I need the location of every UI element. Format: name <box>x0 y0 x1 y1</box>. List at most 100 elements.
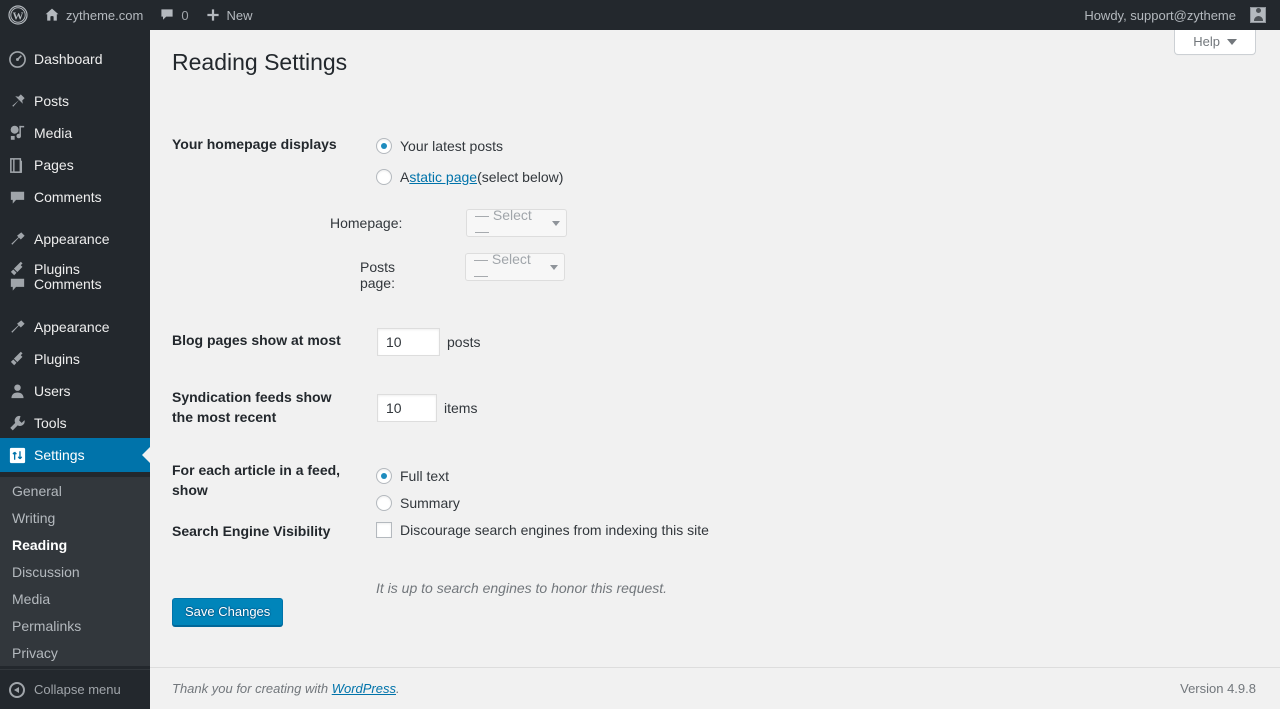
sidebar-item-label: Tools <box>34 415 67 431</box>
posts-page-select[interactable]: — Select — <box>465 251 565 283</box>
footer-thanks-prefix: Thank you for creating with <box>172 681 332 696</box>
posts-page-select-value: — Select — <box>474 251 531 283</box>
sidebar-item-posts[interactable]: Posts <box>0 84 150 118</box>
static-page-link[interactable]: static page <box>409 169 477 185</box>
appearance-icon <box>0 318 34 337</box>
sidebar-item-settings-writing[interactable]: Writing <box>0 504 150 531</box>
radio-static-page-input[interactable] <box>376 169 392 185</box>
comments-count: 0 <box>181 7 189 23</box>
sidebar-item-media[interactable]: Media <box>0 116 150 150</box>
collapse-icon <box>0 681 34 698</box>
comments-bubble-menu[interactable]: 0 <box>151 0 196 30</box>
save-changes-button[interactable]: Save Changes <box>172 598 284 626</box>
svg-text:W: W <box>13 10 24 22</box>
radio-latest-posts[interactable]: Your latest posts <box>376 138 503 154</box>
main-content: Help Reading Settings Your homepage disp… <box>150 30 1280 709</box>
plugins-icon <box>0 350 34 369</box>
comment-icon <box>0 275 34 294</box>
radio-full-text-label: Full text <box>400 468 450 484</box>
pin-icon <box>0 92 34 111</box>
submenu-label: Discussion <box>12 563 80 580</box>
new-content-menu[interactable]: New <box>197 0 261 30</box>
syndication-value: 10 <box>386 400 402 416</box>
plus-icon <box>205 7 221 23</box>
admin-bar: W zytheme.com 0 New Howdy, support@zythe… <box>0 0 1280 30</box>
sidebar-item-settings-media[interactable]: Media <box>0 585 150 612</box>
sidebar-item-settings[interactable]: Settings <box>0 438 150 472</box>
sidebar-item-appearance[interactable]: Appearance <box>0 222 150 256</box>
admin-sidebar: Dashboard Posts Media Pages Comments App… <box>0 30 150 709</box>
sidebar-item-label: Appearance <box>34 319 110 335</box>
comment-icon <box>0 188 34 207</box>
homepage-displays-label: Your homepage displays <box>172 136 337 152</box>
checkbox-discourage-search-input[interactable] <box>376 522 392 538</box>
sidebar-item-dashboard[interactable]: Dashboard <box>0 42 150 76</box>
blog-pages-label: Blog pages show at most <box>172 332 341 348</box>
radio-latest-posts-label: Your latest posts <box>400 138 503 154</box>
blog-pages-input[interactable]: 10 <box>377 328 440 356</box>
submenu-label: General <box>12 482 62 499</box>
collapse-menu-button[interactable]: Collapse menu <box>0 669 150 709</box>
sidebar-item-settings-reading[interactable]: Reading <box>0 531 150 558</box>
help-tab-button[interactable]: Help <box>1174 30 1256 55</box>
homepage-select-value: — Select — <box>475 207 532 239</box>
syndication-unit: items <box>444 400 478 416</box>
radio-summary-label: Summary <box>400 495 460 511</box>
howdy-label: Howdy, support@zytheme <box>1084 7 1236 23</box>
homepage-select[interactable]: — Select — <box>466 207 567 239</box>
radio-summary-input[interactable] <box>376 495 392 511</box>
sidebar-item-label: Plugins <box>34 351 80 367</box>
sidebar-item-users[interactable]: Users <box>0 374 150 408</box>
comment-bubble-icon <box>159 7 175 23</box>
wordpress-link[interactable]: WordPress <box>332 681 396 696</box>
sidebar-item-settings-general[interactable]: General <box>0 477 150 504</box>
syndication-input[interactable]: 10 <box>377 394 437 422</box>
sidebar-item-settings-permalinks[interactable]: Permalinks <box>0 612 150 639</box>
sidebar-item-settings-discussion[interactable]: Discussion <box>0 558 150 585</box>
sidebar-item-appearance-2[interactable]: Appearance <box>0 310 150 344</box>
wordpress-logo-icon: W <box>8 5 28 25</box>
avatar <box>1250 7 1266 23</box>
checkbox-discourage-search[interactable]: Discourage search engines from indexing … <box>376 522 709 538</box>
checkbox-discourage-search-label: Discourage search engines from indexing … <box>400 522 709 538</box>
homepage-select-label: Homepage: <box>330 215 403 231</box>
radio-full-text[interactable]: Full text <box>376 468 449 484</box>
feed-show-label: For each article in a feed, show <box>172 462 341 498</box>
media-icon <box>0 124 34 143</box>
new-label: New <box>226 7 253 23</box>
wordpress-logo-menu[interactable]: W <box>0 0 36 30</box>
radio-full-text-input[interactable] <box>376 468 392 484</box>
page-title: Reading Settings <box>172 49 348 75</box>
submenu-label: Permalinks <box>12 617 82 634</box>
syndication-label: Syndication feeds show the most recent <box>172 389 332 425</box>
radio-static-page-suffix: (select below) <box>477 169 564 185</box>
radio-static-page-prefix: A <box>400 169 410 185</box>
screen-meta-links: Help <box>1174 30 1256 55</box>
sidebar-item-tools[interactable]: Tools <box>0 406 150 440</box>
radio-static-page[interactable]: A static page (select below) <box>376 169 563 185</box>
radio-latest-posts-input[interactable] <box>376 138 392 154</box>
submenu-label: Reading <box>12 536 68 553</box>
sidebar-item-comments-overlap[interactable]: Comments <box>0 267 150 301</box>
sidebar-item-settings-privacy[interactable]: Privacy <box>0 639 150 666</box>
users-icon <box>0 382 34 401</box>
submenu-label: Writing <box>12 509 56 526</box>
radio-summary[interactable]: Summary <box>376 495 460 511</box>
admin-footer: Thank you for creating with WordPress. V… <box>150 667 1280 709</box>
sidebar-item-comments[interactable]: Comments <box>0 180 150 214</box>
site-name-menu[interactable]: zytheme.com <box>36 0 151 30</box>
sidebar-item-label: Comments <box>34 189 102 205</box>
chevron-down-icon <box>552 220 560 226</box>
sidebar-item-label: Users <box>34 383 71 399</box>
help-label: Help <box>1193 34 1220 49</box>
admin-bar-right-group: Howdy, support@zytheme <box>1076 0 1280 30</box>
footer-version: Version 4.9.8 <box>1180 681 1256 696</box>
settings-icon <box>0 446 34 465</box>
sidebar-item-pages[interactable]: Pages <box>0 148 150 182</box>
footer-thanks-suffix: . <box>396 681 400 696</box>
my-account-menu[interactable]: Howdy, support@zytheme <box>1076 0 1274 30</box>
appearance-icon <box>0 230 34 249</box>
sidebar-item-plugins-2[interactable]: Plugins <box>0 342 150 376</box>
sidebar-item-label: Appearance <box>34 231 110 247</box>
search-visibility-hint: It is up to search engines to honor this… <box>376 580 668 596</box>
